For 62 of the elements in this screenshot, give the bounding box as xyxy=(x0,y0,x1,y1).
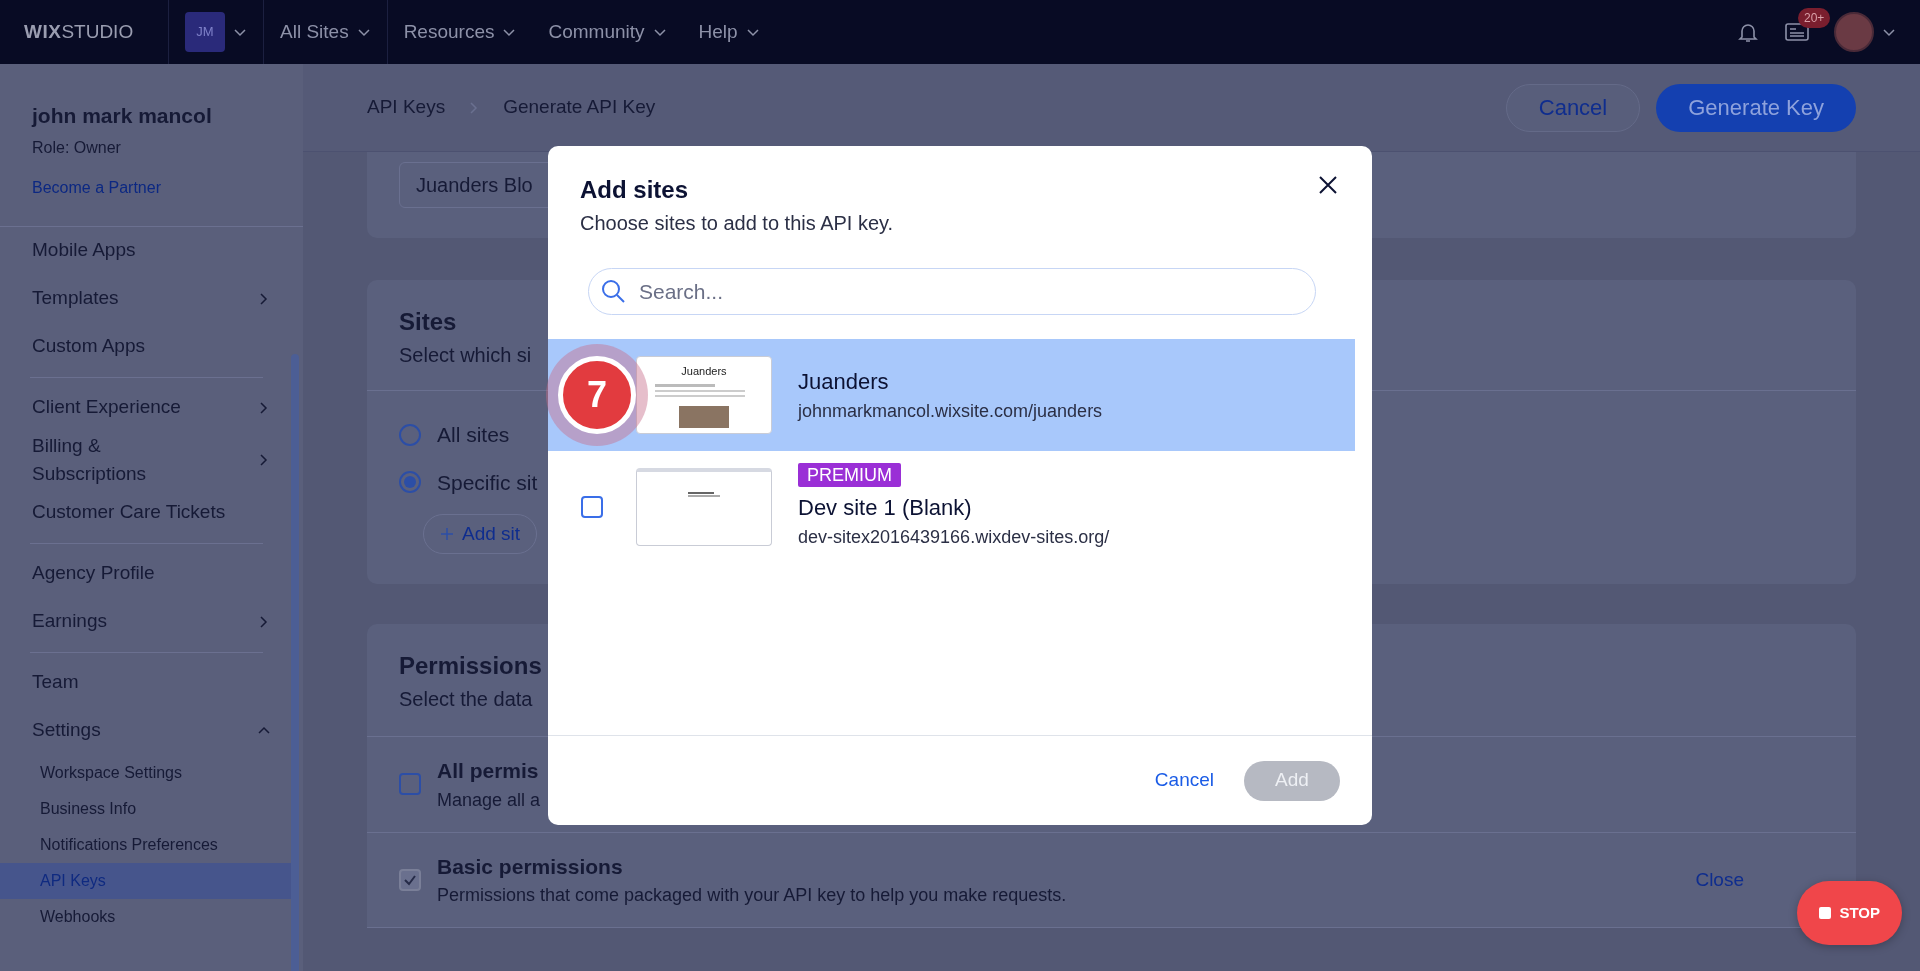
sidebar-subitem[interactable]: Business Info xyxy=(0,790,295,827)
section-subtitle: Select the data xyxy=(399,687,534,712)
cancel-button[interactable]: Cancel xyxy=(1505,83,1641,132)
radio-button[interactable] xyxy=(399,423,421,446)
site-url: johnmarkmancol.wixsite.com/juanders xyxy=(798,400,1103,423)
breadcrumb-link[interactable]: API Keys xyxy=(367,93,446,122)
logo-text: WIX xyxy=(24,19,62,44)
permission-title: All permis xyxy=(437,758,540,784)
sidebar-item[interactable]: Settings xyxy=(0,706,303,755)
sidebar-subitem[interactable]: Webhooks xyxy=(0,898,295,935)
section-title: Permissions xyxy=(399,651,543,681)
sidebar-item[interactable]: Earnings xyxy=(0,597,303,646)
sidebar-item[interactable]: Client Experience xyxy=(0,383,303,432)
site-row[interactable]: 7 Juanders Juanders johnmarkmancol.wixsite.com/juanders xyxy=(548,339,1355,451)
search-icon xyxy=(600,278,626,304)
site-name: Dev site 1 (Blank) xyxy=(798,494,973,522)
plus-icon xyxy=(440,527,454,541)
nav-menu[interactable]: All Sites xyxy=(264,16,387,48)
permission-description: Permissions that come packaged with your API key to help you make requests. xyxy=(437,884,1067,907)
permission-title: Basic permissions xyxy=(437,853,624,880)
user-role: Role: Owner xyxy=(32,137,122,158)
permission-description: Manage all a xyxy=(437,788,541,812)
section-subtitle: Select which si xyxy=(399,343,533,368)
sidebar-item[interactable]: Billing & Subscriptions xyxy=(0,431,303,489)
modal-subtitle: Choose sites to add to this API key. xyxy=(580,211,895,236)
site-name: Juanders xyxy=(798,368,890,396)
sidebar-item[interactable]: Templates xyxy=(0,274,303,323)
nav-menu[interactable]: Resources xyxy=(387,16,533,48)
partner-link[interactable]: Become a Partner xyxy=(32,175,161,200)
workspace-avatar[interactable]: JM xyxy=(185,12,225,52)
generate-key-button[interactable]: Generate Key xyxy=(1656,83,1856,132)
checkbox[interactable] xyxy=(399,773,421,796)
scrollbar[interactable] xyxy=(291,354,299,971)
sidebar-item[interactable]: Custom Apps xyxy=(0,322,303,371)
radio-label: Specific sit xyxy=(437,469,538,496)
breadcrumb-current: Generate API Key xyxy=(503,95,656,120)
premium-badge: PREMIUM xyxy=(798,463,901,487)
stop-icon xyxy=(1819,907,1832,919)
nav-menu[interactable]: Help xyxy=(682,16,776,48)
site-row[interactable]: PREMIUM Dev site 1 (Blank) dev-sitex2016439166.wixdev-sites.org/ xyxy=(548,451,1355,563)
section-title: Sites xyxy=(399,307,458,337)
logo-text: STUDIO xyxy=(61,19,134,44)
sidebar-item[interactable]: Team xyxy=(0,658,303,707)
sidebar-item[interactable]: Customer Care Tickets xyxy=(0,488,303,537)
radio-label: All sites xyxy=(437,422,510,448)
avatar-circle[interactable] xyxy=(1834,12,1874,52)
sidebar-item[interactable]: Mobile Apps xyxy=(0,226,303,275)
thumbnail-title: Juanders xyxy=(681,364,727,379)
nav-menu[interactable]: Community xyxy=(532,16,683,48)
user-name: john mark mancol xyxy=(32,103,213,129)
cancel-button[interactable]: Cancel xyxy=(1148,765,1220,796)
checkbox[interactable] xyxy=(581,496,603,518)
radio-button[interactable] xyxy=(399,471,421,494)
close-icon xyxy=(1318,174,1338,195)
stop-button[interactable]: STOP xyxy=(1797,881,1902,945)
page-preview-drawing xyxy=(688,492,720,497)
sidebar-item[interactable]: Agency Profile xyxy=(0,549,303,598)
sidebar-subitem[interactable]: Notifications Preferences xyxy=(0,826,295,863)
site-url: dev-sitex2016439166.wixdev-sites.org/ xyxy=(798,526,1110,549)
notification-badge: 20+ xyxy=(1798,7,1831,28)
search-field[interactable]: Search... xyxy=(588,268,1316,315)
sidebar-subitem[interactable]: Workspace Settings xyxy=(0,754,295,791)
